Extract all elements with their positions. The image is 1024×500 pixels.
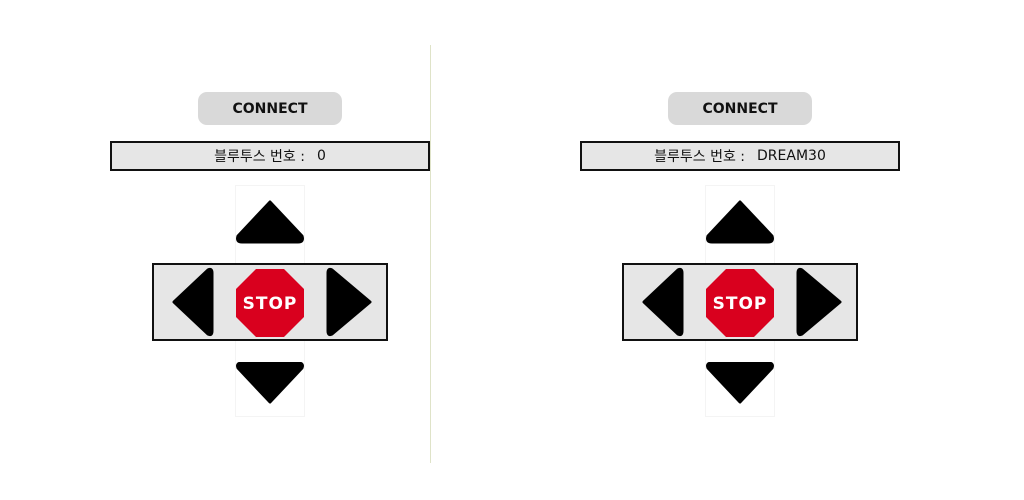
bluetooth-number-bar: 블루투스 번호 : DREAM30 [580, 141, 900, 171]
triangle-right-icon [796, 267, 842, 337]
triangle-down-icon [236, 362, 304, 404]
left-button[interactable] [170, 267, 214, 337]
stop-button[interactable]: STOP [234, 267, 306, 339]
stop-sign-icon: STOP [236, 269, 304, 337]
stop-button[interactable]: STOP [704, 267, 776, 339]
down-button[interactable] [234, 362, 306, 406]
stop-sign-icon: STOP [706, 269, 774, 337]
control-panel-2: CONNECT 블루투스 번호 : DREAM30 STOP [540, 0, 940, 500]
bluetooth-number-bar: 블루투스 번호 : 0 [110, 141, 430, 171]
up-button[interactable] [704, 198, 776, 246]
right-button[interactable] [794, 267, 844, 337]
bluetooth-number-value: 0 [316, 148, 326, 164]
triangle-up-icon [236, 200, 304, 244]
triangle-right-icon [326, 267, 372, 337]
right-button[interactable] [324, 267, 374, 337]
bluetooth-number-label: 블루투스 번호 : [654, 149, 746, 165]
stop-sign-text: STOP [713, 294, 768, 314]
down-button[interactable] [704, 362, 776, 406]
bluetooth-number-label: 블루투스 번호 : [214, 149, 305, 165]
up-button[interactable] [234, 198, 306, 246]
connect-button[interactable]: CONNECT [668, 92, 812, 125]
triangle-up-icon [706, 200, 774, 244]
triangle-left-icon [642, 267, 684, 337]
bluetooth-number-value: DREAM30 [757, 148, 826, 164]
stop-sign-text: STOP [243, 294, 298, 314]
control-panel-1: CONNECT 블루투스 번호 : 0 STOP [70, 0, 470, 500]
triangle-down-icon [706, 362, 774, 404]
connect-button[interactable]: CONNECT [198, 92, 342, 125]
triangle-left-icon [172, 267, 214, 337]
left-button[interactable] [640, 267, 684, 337]
